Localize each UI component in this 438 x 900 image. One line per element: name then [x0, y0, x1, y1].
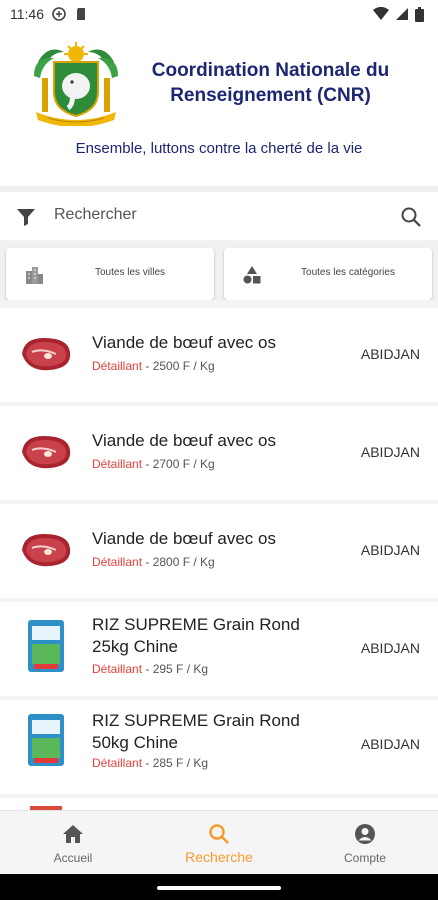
app-title-line2: Renseignement (CNR)	[170, 85, 371, 106]
account-icon	[355, 824, 375, 844]
price-value: - 2500 F / Kg	[142, 359, 215, 373]
rice-bag-icon	[18, 712, 74, 768]
list-item[interactable]: Viande de bœuf avec os Détaillant - 2800…	[0, 504, 438, 598]
beef-icon	[18, 424, 74, 480]
item-city: ABIDJAN	[360, 542, 420, 558]
item-price: Détaillant - 2700 F / Kg	[92, 457, 215, 471]
list-item[interactable]: RIZ SUPREME Grain Rond 50kg Chine Détail…	[0, 700, 438, 794]
item-name: Viande de bœuf avec os	[92, 528, 322, 550]
price-value: - 2800 F / Kg	[142, 555, 215, 569]
nav-account[interactable]: Compte	[292, 811, 438, 875]
item-name: Viande de bœuf avec os	[92, 332, 322, 354]
nav-home-label: Accueil	[53, 851, 93, 865]
wifi-icon	[373, 7, 389, 20]
item-city: ABIDJAN	[360, 346, 420, 362]
item-city: ABIDJAN	[360, 736, 420, 752]
battery-icon	[415, 6, 424, 22]
city-icon	[26, 267, 43, 284]
item-name-line1: RIZ SUPREME Grain Rond	[92, 615, 300, 634]
list-item[interactable]: Viande de bœuf avec os Détaillant - 2500…	[0, 308, 438, 402]
beef-icon	[18, 522, 74, 578]
app-header: Coordination Nationale du Renseignement …	[0, 28, 438, 186]
item-name-line1: Viande de bœuf avec os	[92, 333, 276, 352]
seller-type: Détaillant	[92, 555, 143, 569]
sd-card-icon	[77, 8, 85, 20]
nav-search[interactable]: Recherche	[146, 811, 292, 875]
search-bar	[0, 192, 438, 240]
category-shapes-icon	[243, 266, 261, 284]
nav-home[interactable]: Accueil	[0, 811, 146, 875]
home-icon	[63, 825, 83, 843]
beef-icon	[18, 326, 74, 382]
item-name-line2: 50kg Chine	[92, 733, 179, 752]
item-name: RIZ SUPREME Grain Rond 50kg Chine	[92, 710, 322, 754]
home-gesture-pill[interactable]	[157, 886, 281, 890]
app-title: Coordination Nationale du Renseignement …	[128, 58, 413, 108]
item-name: RIZ SUPREME Grain Rond 25kg Chine	[92, 614, 322, 658]
item-price: Détaillant - 285 F / Kg	[92, 756, 208, 770]
price-value: - 2700 F / Kg	[142, 457, 215, 471]
status-time: 11:46	[10, 6, 44, 22]
category-filter-label: Toutes les catégories	[301, 267, 395, 278]
list-item[interactable]: RIZ SUPREME Grain Rond 25kg Chine Détail…	[0, 602, 438, 696]
app-title-line1: Coordination Nationale du	[151, 60, 390, 81]
item-price: Détaillant - 2800 F / Kg	[92, 555, 215, 569]
filter-icon[interactable]	[16, 207, 36, 227]
bottom-navigation: Accueil Recherche Compte	[0, 810, 438, 874]
item-city: ABIDJAN	[360, 640, 420, 656]
price-list: Viande de bœuf avec os Détaillant - 2500…	[0, 300, 438, 810]
seller-type: Détaillant	[92, 457, 143, 471]
status-bar: 11:46	[0, 0, 438, 28]
seller-type: Détaillant	[92, 756, 143, 770]
category-filter-button[interactable]: Toutes les catégories	[224, 248, 432, 300]
nav-account-label: Compte	[343, 851, 387, 865]
system-navigation-bar	[0, 874, 438, 900]
price-value: - 285 F / Kg	[142, 756, 209, 770]
signal-icon	[396, 8, 408, 20]
item-name-line1: RIZ SUPREME Grain Rond	[92, 711, 300, 730]
city-filter-label: Toutes les villes	[94, 267, 166, 278]
coat-of-arms-logo	[34, 42, 118, 126]
sync-icon	[52, 7, 66, 21]
item-name: Viande de bœuf avec os	[92, 430, 322, 452]
price-value: - 295 F / Kg	[142, 662, 209, 676]
item-price: Détaillant - 295 F / Kg	[92, 662, 208, 676]
seller-type: Détaillant	[92, 359, 143, 373]
city-filter-button[interactable]: Toutes les villes	[6, 248, 214, 300]
search-icon	[209, 824, 229, 844]
search-icon[interactable]	[400, 206, 422, 228]
item-name-line1: Viande de bœuf avec os	[92, 529, 276, 548]
seller-type: Détaillant	[92, 662, 143, 676]
rice-bag-icon	[18, 618, 74, 674]
item-name-line2: 25kg Chine	[92, 637, 179, 656]
item-name-line1: Viande de bœuf avec os	[92, 431, 276, 450]
item-price: Détaillant - 2500 F / Kg	[92, 359, 215, 373]
nav-search-label: Recherche	[185, 849, 253, 865]
list-item[interactable]	[0, 798, 438, 810]
search-input[interactable]	[54, 202, 384, 228]
list-item[interactable]: Viande de bœuf avec os Détaillant - 2700…	[0, 406, 438, 500]
slogan: Ensemble, luttons contre la cherté de la…	[75, 140, 363, 157]
item-city: ABIDJAN	[360, 444, 420, 460]
